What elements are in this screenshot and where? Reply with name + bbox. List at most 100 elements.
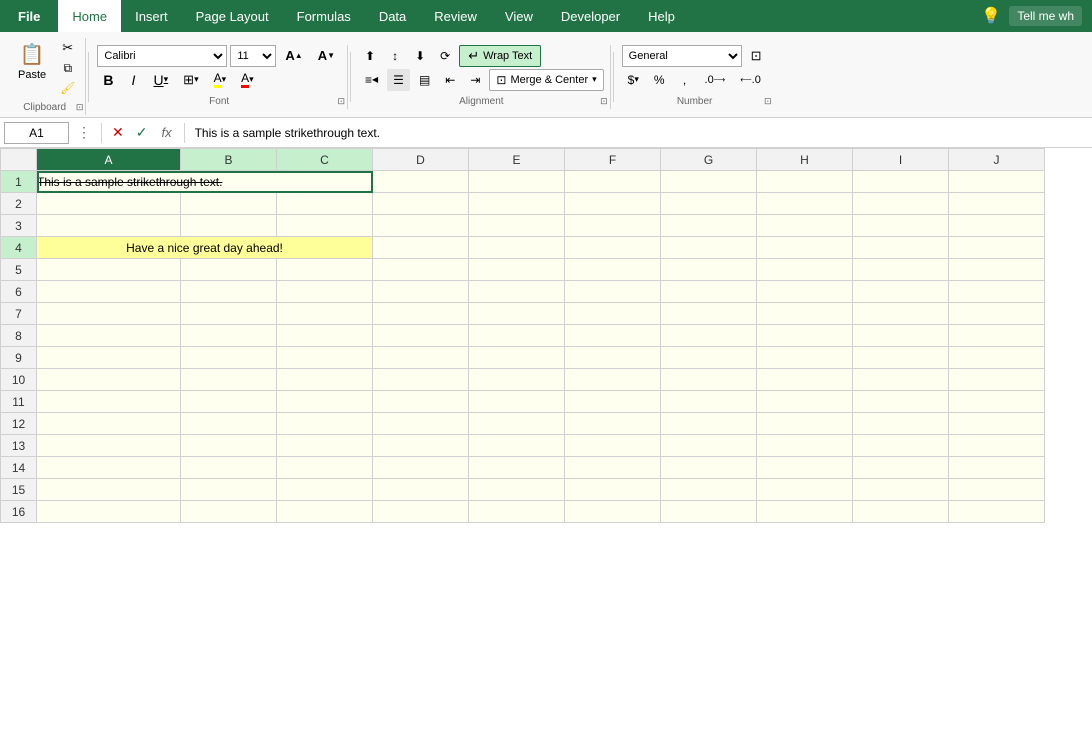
cell-d2[interactable]	[373, 193, 469, 215]
cell-d8[interactable]	[373, 325, 469, 347]
cell-j10[interactable]	[949, 369, 1045, 391]
cell-i15[interactable]	[853, 479, 949, 501]
align-mid-button[interactable]: ↕	[384, 45, 406, 67]
cell-c6[interactable]	[277, 281, 373, 303]
cell-b10[interactable]	[181, 369, 277, 391]
cell-j14[interactable]	[949, 457, 1045, 479]
align-top-button[interactable]: ⬆	[359, 45, 381, 67]
cell-c3[interactable]	[277, 215, 373, 237]
cell-i11[interactable]	[853, 391, 949, 413]
cell-f16[interactable]	[565, 501, 661, 523]
cell-c12[interactable]	[277, 413, 373, 435]
cell-a10[interactable]	[37, 369, 181, 391]
percent-button[interactable]: %	[648, 69, 671, 91]
italic-button[interactable]: I	[123, 69, 145, 91]
cell-c5[interactable]	[277, 259, 373, 281]
col-header-g[interactable]: G	[661, 149, 757, 171]
row-header-8[interactable]: 8	[1, 325, 37, 347]
col-header-i[interactable]: I	[853, 149, 949, 171]
cell-c15[interactable]	[277, 479, 373, 501]
cell-i9[interactable]	[853, 347, 949, 369]
cell-h15[interactable]	[757, 479, 853, 501]
cell-f3[interactable]	[565, 215, 661, 237]
cell-i6[interactable]	[853, 281, 949, 303]
cell-d14[interactable]	[373, 457, 469, 479]
row-header-12[interactable]: 12	[1, 413, 37, 435]
cell-h10[interactable]	[757, 369, 853, 391]
cell-j9[interactable]	[949, 347, 1045, 369]
cell-g12[interactable]	[661, 413, 757, 435]
accounting-format-button[interactable]: $▾	[622, 69, 645, 91]
cell-g2[interactable]	[661, 193, 757, 215]
cell-c11[interactable]	[277, 391, 373, 413]
cell-d5[interactable]	[373, 259, 469, 281]
formula-input[interactable]	[191, 126, 1088, 140]
cell-d4[interactable]	[373, 237, 469, 259]
cell-g6[interactable]	[661, 281, 757, 303]
col-header-a[interactable]: A	[37, 149, 181, 171]
cell-h11[interactable]	[757, 391, 853, 413]
align-bottom-button[interactable]: ⬇	[409, 45, 431, 67]
cell-f13[interactable]	[565, 435, 661, 457]
cell-c9[interactable]	[277, 347, 373, 369]
cell-f12[interactable]	[565, 413, 661, 435]
cell-e5[interactable]	[469, 259, 565, 281]
cell-j4[interactable]	[949, 237, 1045, 259]
borders-button[interactable]: ⊞▾	[177, 69, 204, 91]
tab-review[interactable]: Review	[420, 0, 491, 32]
row-header-11[interactable]: 11	[1, 391, 37, 413]
cell-h3[interactable]	[757, 215, 853, 237]
cell-j7[interactable]	[949, 303, 1045, 325]
row-header-9[interactable]: 9	[1, 347, 37, 369]
cell-j2[interactable]	[949, 193, 1045, 215]
corner-header[interactable]	[1, 149, 37, 171]
cell-reference-input[interactable]	[4, 122, 69, 144]
cell-j16[interactable]	[949, 501, 1045, 523]
cell-h13[interactable]	[757, 435, 853, 457]
cell-b9[interactable]	[181, 347, 277, 369]
cell-i8[interactable]	[853, 325, 949, 347]
cell-d6[interactable]	[373, 281, 469, 303]
font-color-button[interactable]: A▾	[235, 69, 260, 91]
increase-decimal-button[interactable]: .0⟶	[699, 69, 732, 91]
cell-a7[interactable]	[37, 303, 181, 325]
cell-i16[interactable]	[853, 501, 949, 523]
increase-font-button[interactable]: A▲	[279, 45, 308, 67]
cell-g13[interactable]	[661, 435, 757, 457]
cell-b8[interactable]	[181, 325, 277, 347]
tab-insert[interactable]: Insert	[121, 0, 182, 32]
cell-d3[interactable]	[373, 215, 469, 237]
cell-i7[interactable]	[853, 303, 949, 325]
underline-button[interactable]: U▾	[148, 69, 175, 91]
format-painter-button[interactable]: 🖌	[56, 79, 79, 97]
cell-f1[interactable]	[565, 171, 661, 193]
cell-h9[interactable]	[757, 347, 853, 369]
cell-a9[interactable]	[37, 347, 181, 369]
cell-h8[interactable]	[757, 325, 853, 347]
cell-g4[interactable]	[661, 237, 757, 259]
cell-j13[interactable]	[949, 435, 1045, 457]
cell-f14[interactable]	[565, 457, 661, 479]
cell-e13[interactable]	[469, 435, 565, 457]
cell-f8[interactable]	[565, 325, 661, 347]
cell-h6[interactable]	[757, 281, 853, 303]
cell-a2[interactable]	[37, 193, 181, 215]
cell-j6[interactable]	[949, 281, 1045, 303]
cell-f7[interactable]	[565, 303, 661, 325]
row-header-6[interactable]: 6	[1, 281, 37, 303]
cell-c2[interactable]	[277, 193, 373, 215]
cell-g15[interactable]	[661, 479, 757, 501]
cell-f2[interactable]	[565, 193, 661, 215]
cell-g9[interactable]	[661, 347, 757, 369]
number-expand-btn[interactable]: ⊡	[745, 45, 768, 67]
col-header-j[interactable]: J	[949, 149, 1045, 171]
cell-j5[interactable]	[949, 259, 1045, 281]
cell-f4[interactable]	[565, 237, 661, 259]
cell-c10[interactable]	[277, 369, 373, 391]
comma-button[interactable]: ,	[674, 69, 696, 91]
cell-e4[interactable]	[469, 237, 565, 259]
col-header-b[interactable]: B	[181, 149, 277, 171]
cell-a12[interactable]	[37, 413, 181, 435]
align-right-button[interactable]: ▤	[413, 69, 436, 91]
cell-d13[interactable]	[373, 435, 469, 457]
